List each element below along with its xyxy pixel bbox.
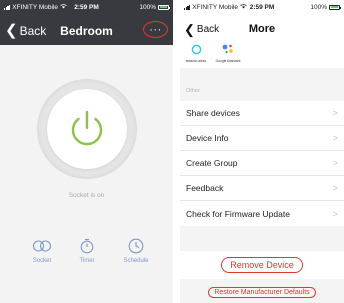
battery-percent: 100% [310,3,327,11]
chevron-right-icon: > [332,158,338,168]
back-button[interactable]: ❮ Back [5,23,46,38]
tab-timer[interactable]: Timer [62,238,112,264]
back-button[interactable]: ❮ Back [184,23,219,36]
header-bar: XFINITY Mobile 2:59 PM 100% ❮ Back More [180,0,344,41]
firmware-update-item[interactable]: Check for Firmware Update > [180,201,344,226]
status-bar: XFINITY Mobile 2:59 PM 100% [0,0,173,14]
header-bar: XFINITY Mobile 2:59 PM 100% ❮ Back Bedro… [0,0,173,45]
voice-assistant-row: amazon alexa Google Assistant [180,41,344,68]
socket-status-text: Socket is on [68,192,105,199]
wifi-icon [60,3,67,11]
back-label: Back [196,24,220,35]
chevron-left-icon: ❮ [184,22,195,37]
carrier-name: XFINITY Mobile [192,3,239,11]
tab-label: Timer [79,258,95,264]
device-screen: XFINITY Mobile 2:59 PM 100% ❮ Back Bedro… [0,0,173,303]
power-icon [71,110,103,146]
clock: 2:59 PM [249,3,275,11]
tab-schedule[interactable]: Schedule [111,238,161,264]
chevron-right-icon: > [332,133,338,143]
battery-icon [329,4,341,10]
restore-defaults-button[interactable]: Restore Manufacturer Defaults [208,286,316,298]
assistant-label: amazon alexa [185,59,207,63]
settings-menu: Share devices > Device Info > Create Gro… [180,101,344,226]
more-screen: XFINITY Mobile 2:59 PM 100% ❮ Back More [180,0,344,303]
chevron-left-icon: ❮ [5,22,18,39]
alexa-button[interactable]: amazon alexa [183,43,209,63]
remove-device-row: Remove Device [180,251,344,279]
carrier-name: XFINITY Mobile [12,3,59,11]
toggle-icon [17,238,67,254]
create-group-item[interactable]: Create Group > [180,151,344,176]
signal-icon [4,4,11,10]
alexa-icon [183,43,209,55]
feedback-item[interactable]: Feedback > [180,176,344,201]
clock-icon [111,238,161,254]
wifi-icon [240,3,247,11]
clock: 2:59 PM [74,3,99,11]
bottom-tab-bar: Socket Timer Schedule [0,238,173,278]
nav-bar: ❮ Back Bedroom ··· [0,20,173,42]
remove-device-button[interactable]: Remove Device [221,257,303,273]
tab-socket[interactable]: Socket [17,238,67,264]
tab-label: Socket [32,258,52,264]
stopwatch-icon [62,238,112,254]
chevron-right-icon: > [332,108,338,118]
more-icon: ··· [149,23,162,36]
assistant-label: Google Assistant [215,59,241,63]
battery-percent: 100% [139,3,156,11]
section-header-other: Other [186,88,200,94]
nav-bar: ❮ Back More [180,20,344,40]
more-options-button[interactable]: ··· [143,21,168,38]
status-bar: XFINITY Mobile 2:59 PM 100% [180,0,344,14]
back-label: Back [19,23,47,38]
google-assistant-button[interactable]: Google Assistant [213,43,243,63]
signal-icon [184,4,191,10]
chevron-right-icon: > [332,183,338,193]
power-button[interactable] [37,79,137,179]
google-assistant-icon [213,43,243,55]
battery-icon [158,4,170,10]
share-devices-item[interactable]: Share devices > [180,101,344,126]
restore-defaults-row: Restore Manufacturer Defaults [180,281,344,303]
tab-label: Schedule [123,258,149,264]
device-info-item[interactable]: Device Info > [180,126,344,151]
chevron-right-icon: > [332,208,338,219]
